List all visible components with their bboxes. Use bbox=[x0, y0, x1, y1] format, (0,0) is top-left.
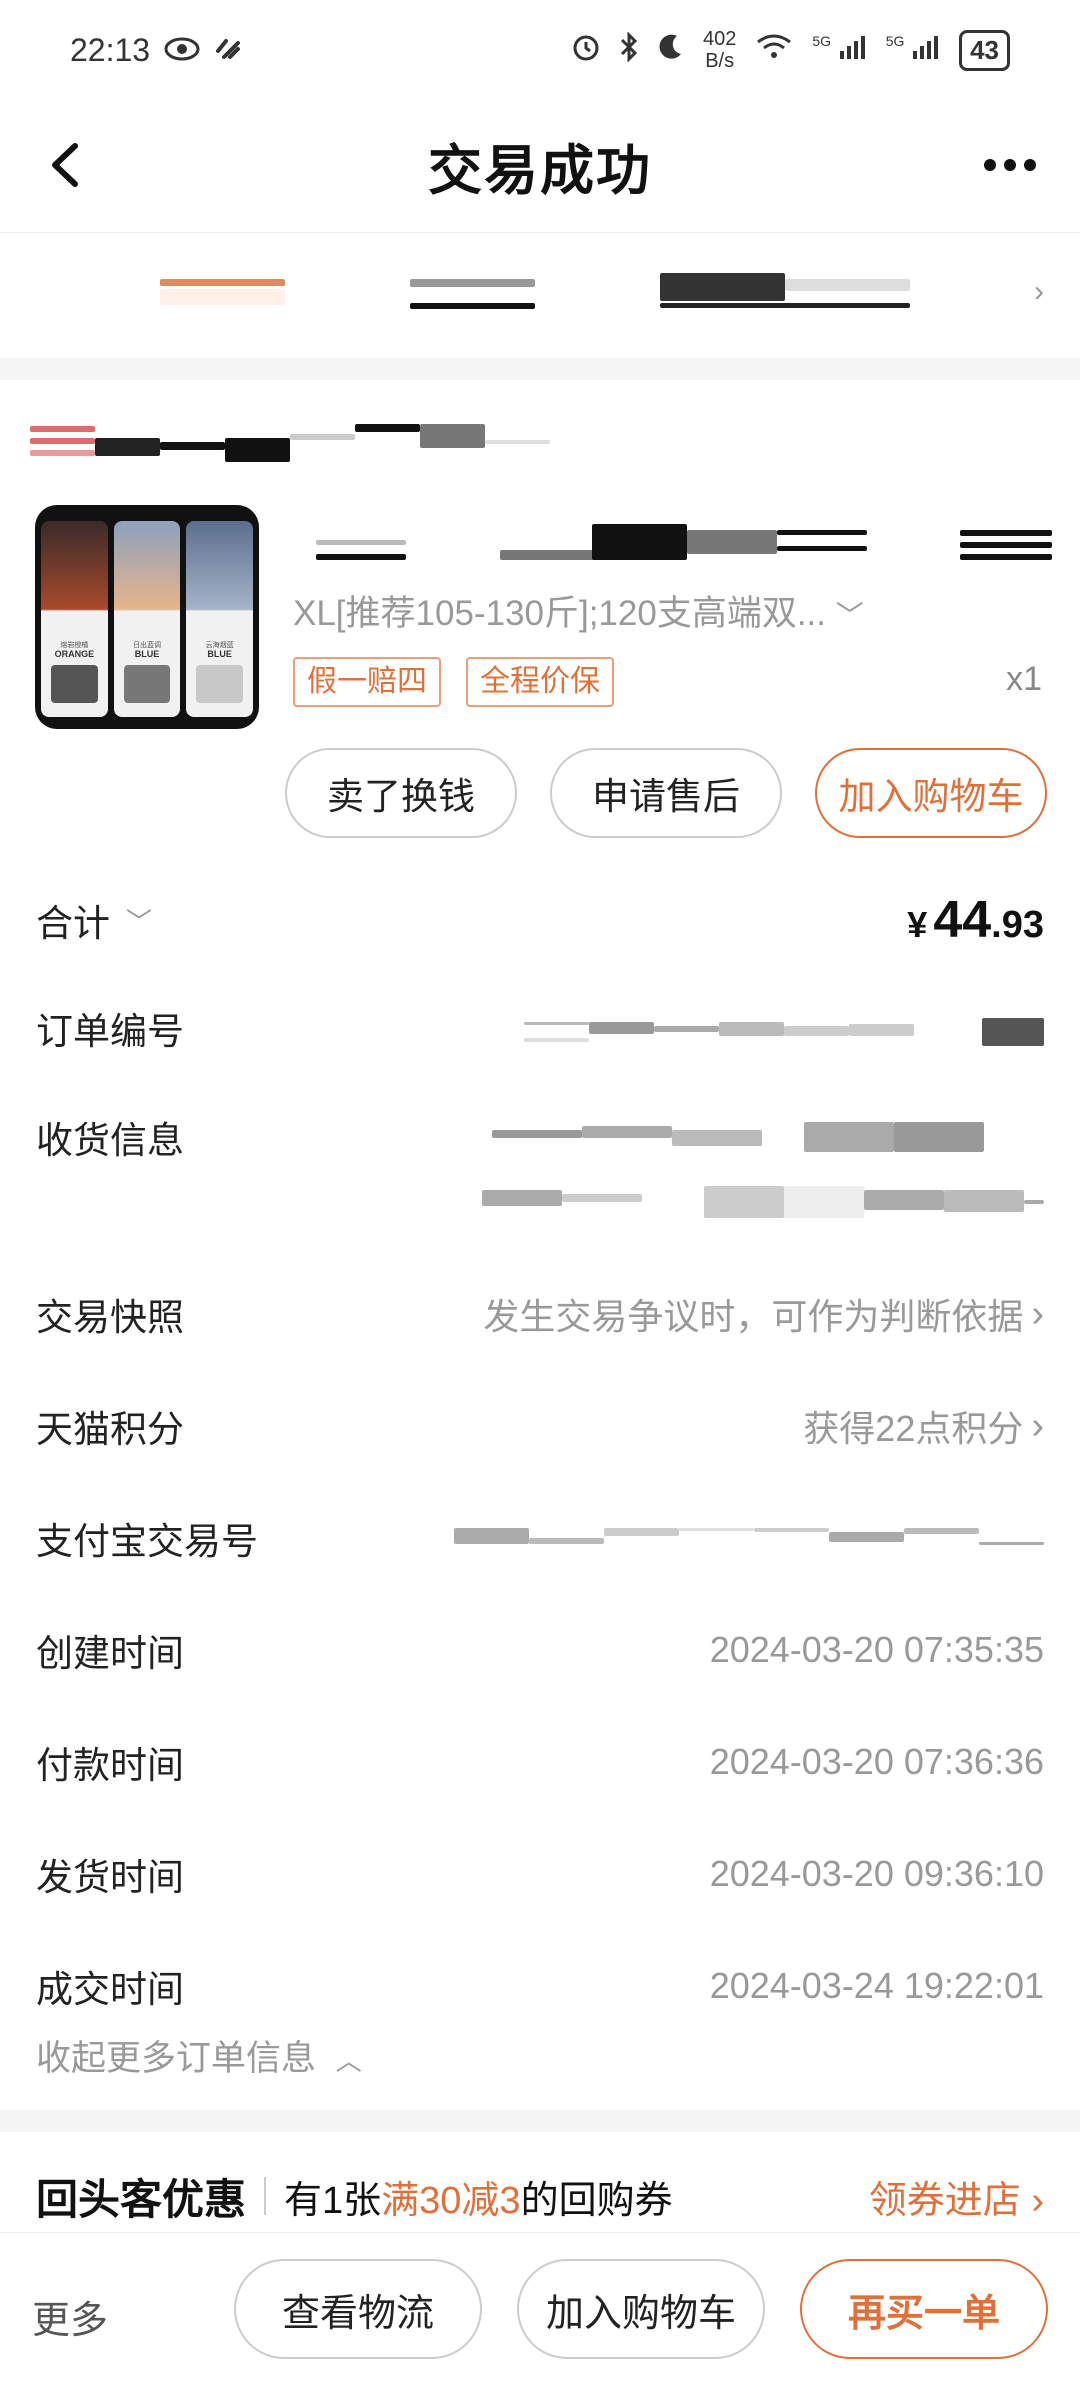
order-number-label: 订单编号 bbox=[36, 1011, 184, 1052]
alipay-label: 支付宝交易号 bbox=[36, 1521, 258, 1562]
returning-customer-promo[interactable]: 回头客优惠 有1张 满30减3 的回购券 领券进店 › bbox=[36, 2158, 1044, 2234]
total-row[interactable]: 合计 ﹀ ¥ 44 .93 bbox=[36, 890, 1044, 950]
paid-time-value: 2024-03-20 07:36:36 bbox=[709, 1741, 1044, 1782]
shop-name[interactable] bbox=[30, 420, 630, 470]
section-divider bbox=[0, 358, 1080, 380]
created-time-label: 创建时间 bbox=[36, 1633, 184, 1674]
created-time-value: 2024-03-20 07:35:35 bbox=[709, 1629, 1044, 1670]
add-to-cart-button[interactable]: 加入购物车 bbox=[815, 748, 1047, 838]
network-speed-unit: B/s bbox=[705, 50, 735, 72]
chevron-up-icon: ︿ bbox=[335, 2046, 362, 2076]
shipped-time-row: 发货时间 2024-03-20 09:36:10 bbox=[36, 1844, 1044, 1904]
back-button[interactable] bbox=[30, 130, 100, 200]
step-indicator-2 bbox=[410, 279, 535, 287]
network-speed-value: 402 bbox=[702, 28, 737, 50]
quantity: x1 bbox=[1006, 660, 1042, 698]
shipping-info-label: 收货信息 bbox=[36, 1120, 184, 1161]
chevron-right-icon: › bbox=[1031, 1404, 1044, 1447]
sell-button[interactable]: 卖了换钱 bbox=[285, 748, 517, 838]
promo-title: 回头客优惠 bbox=[36, 2175, 247, 2223]
total-price: ¥ 44 .93 bbox=[907, 891, 1044, 949]
network-type-1: 5G bbox=[812, 32, 832, 49]
bluetooth-icon bbox=[619, 30, 639, 69]
shipped-time-value: 2024-03-20 09:36:10 bbox=[709, 1853, 1044, 1894]
chevron-right-icon: › bbox=[1034, 275, 1044, 308]
more-dots-icon bbox=[984, 159, 996, 171]
product-panel-orange: 熔岩橙橘 ORANGE bbox=[41, 521, 108, 717]
snapshot-value: 发生交易争议时，可作为判断依据 bbox=[483, 1296, 1024, 1337]
step-indicator-3 bbox=[660, 273, 785, 301]
created-time-row: 创建时间 2024-03-20 07:35:35 bbox=[36, 1620, 1044, 1680]
product-image[interactable]: 熔岩橙橘 ORANGE 日出蓝调 BLUE 云海烟蓝 BLUE bbox=[35, 505, 259, 729]
shipping-info-row[interactable]: 收货信息 bbox=[36, 1110, 1044, 1218]
closed-time-label: 成交时间 bbox=[36, 1969, 184, 2010]
network-type-2: 5G bbox=[885, 32, 905, 49]
points-value: 获得22点积分 bbox=[803, 1408, 1024, 1449]
alipay-row[interactable]: 支付宝交易号 bbox=[36, 1508, 1044, 1568]
app-notification-icon bbox=[214, 32, 242, 69]
points-row[interactable]: 天猫积分 获得22点积分 › bbox=[36, 1396, 1044, 1456]
order-number-row[interactable]: 订单编号 bbox=[36, 998, 1044, 1058]
moon-icon bbox=[657, 32, 685, 69]
chevron-right-icon: › bbox=[1031, 2179, 1044, 2222]
promo-text-after: 的回购券 bbox=[520, 2179, 673, 2222]
snapshot-row[interactable]: 交易快照 发生交易争议时，可作为判断依据 › bbox=[36, 1284, 1044, 1344]
product-title[interactable] bbox=[300, 520, 1060, 570]
chevron-down-icon: ﹀ bbox=[126, 906, 153, 937]
product-panel-blue: 日出蓝调 BLUE bbox=[113, 521, 181, 717]
battery-indicator: 43 bbox=[959, 29, 1010, 71]
paid-time-row: 付款时间 2024-03-20 07:36:36 bbox=[36, 1732, 1044, 1792]
bottom-add-to-cart-button[interactable]: 加入购物车 bbox=[517, 2259, 765, 2359]
order-progress-steps[interactable]: › bbox=[0, 232, 1080, 359]
promo-highlight: 满30减3 bbox=[381, 2179, 521, 2222]
page-title: 交易成功 bbox=[428, 140, 652, 201]
alipay-value bbox=[444, 1518, 1044, 1558]
tag-fake-compensation: 假一赔四 bbox=[293, 657, 441, 707]
chevron-right-icon: › bbox=[1031, 1292, 1044, 1335]
more-button[interactable]: 更多 bbox=[32, 2289, 108, 2344]
eye-icon bbox=[164, 32, 200, 69]
claim-coupon-label: 领券进店 bbox=[868, 2179, 1021, 2222]
order-number-value bbox=[524, 1008, 1044, 1048]
sku-text: XL[推荐105-130斤];120支高端双... bbox=[293, 594, 826, 633]
total-label: 合计 bbox=[36, 903, 110, 944]
view-logistics-button[interactable]: 查看物流 bbox=[234, 2259, 482, 2359]
clock: 22:13 bbox=[70, 31, 151, 68]
step-indicator-1 bbox=[160, 279, 285, 286]
collapse-label: 收起更多订单信息 bbox=[36, 2039, 317, 2078]
promo-text-before: 有1张 bbox=[284, 2179, 382, 2222]
section-divider bbox=[0, 2110, 1080, 2132]
snapshot-label: 交易快照 bbox=[36, 1297, 184, 1338]
promo-divider bbox=[264, 2177, 267, 2215]
chevron-down-icon: ﹀ bbox=[835, 600, 864, 631]
paid-time-label: 付款时间 bbox=[36, 1745, 184, 1786]
buy-again-button[interactable]: 再买一单 bbox=[800, 2259, 1048, 2359]
bottom-action-bar: 更多 查看物流 加入购物车 再买一单 bbox=[0, 2232, 1080, 2401]
closed-time-value: 2024-03-24 19:22:01 bbox=[709, 1965, 1044, 2006]
product-panel-grey: 云海烟蓝 BLUE bbox=[186, 521, 254, 717]
nav-bar: 交易成功 bbox=[0, 100, 1080, 230]
after-sales-button[interactable]: 申请售后 bbox=[550, 748, 782, 838]
network-speed: 402 B/s bbox=[703, 28, 736, 72]
closed-time-row: 成交时间 2024-03-24 19:22:01 bbox=[36, 1956, 1044, 2016]
back-arrow-icon bbox=[52, 143, 78, 187]
claim-coupon-link[interactable]: 领券进店 › bbox=[869, 2169, 1044, 2224]
collapse-order-info-button[interactable]: 收起更多订单信息 ︿ bbox=[36, 2030, 362, 2081]
alarm-icon bbox=[571, 32, 601, 69]
tag-price-protection: 全程价保 bbox=[466, 657, 614, 707]
status-bar: 22:13 402 B/s 5G 5G 43 bbox=[0, 0, 1080, 100]
signal-icon-2: 5G bbox=[886, 33, 941, 68]
points-label: 天猫积分 bbox=[36, 1409, 184, 1450]
sku-selector[interactable]: XL[推荐105-130斤];120支高端双... ﹀ bbox=[293, 585, 864, 636]
shipped-time-label: 发货时间 bbox=[36, 1857, 184, 1898]
more-menu-button[interactable] bbox=[970, 135, 1050, 195]
shipping-info-value bbox=[394, 1110, 1044, 1250]
signal-icon-1: 5G bbox=[812, 33, 867, 68]
wifi-icon bbox=[754, 32, 794, 69]
